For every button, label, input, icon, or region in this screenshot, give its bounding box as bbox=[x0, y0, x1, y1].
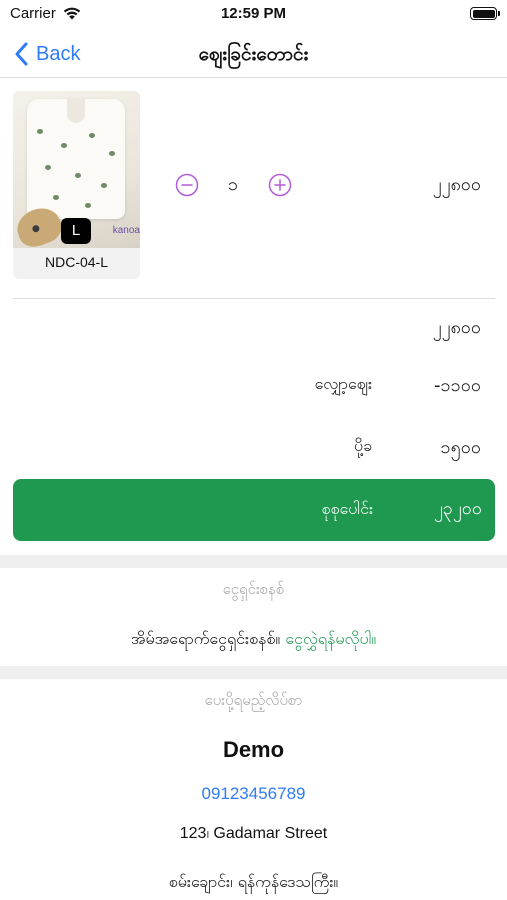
discount-label: လျှော့ဈေး bbox=[314, 374, 372, 393]
battery-icon bbox=[470, 7, 500, 20]
navigation-bar: Back ဈေးခြင်းတောင်း bbox=[0, 30, 507, 78]
total-value: ၂၃၂၀၀ bbox=[433, 498, 482, 519]
product-garment bbox=[27, 99, 125, 219]
shipping-value: ၁၅၀၀ bbox=[440, 437, 482, 458]
quantity-value: ၁ bbox=[227, 174, 239, 195]
total-bar: စုစုပေါင်း ၂၃၂၀၀ bbox=[13, 479, 495, 541]
total-label: စုစုပေါင်း bbox=[321, 499, 373, 518]
clock: 12:59 PM bbox=[220, 5, 287, 22]
address-township: စမ်းချောင်း၊ ရန်ကုန်ဒေသကြီး။ bbox=[168, 872, 339, 891]
page-title: ဈေးခြင်းတောင်း bbox=[198, 43, 309, 65]
discount-value: -၁၁၀၀ bbox=[434, 375, 481, 396]
recipient-phone[interactable]: 09123456789 bbox=[0, 784, 507, 804]
payment-change-link[interactable]: ငွေလွှဲရန်မလိုပါ။ bbox=[285, 629, 376, 648]
payment-method: အိမ်အရောက်ငွေရှင်းစနစ်။ ငွေလွှဲရန်မလိုပါ… bbox=[0, 628, 507, 652]
brand-watermark: kanoa bbox=[112, 225, 140, 236]
section-separator bbox=[0, 666, 507, 679]
size-badge: L bbox=[61, 218, 91, 244]
subtotal-value: ၂၂၈၀၀ bbox=[432, 317, 481, 338]
address-street: 123၊ Gadamar Street bbox=[179, 825, 328, 842]
divider bbox=[13, 298, 495, 299]
item-price: ၂၂၈၀၀ bbox=[432, 174, 481, 195]
recipient-name: Demo bbox=[222, 737, 285, 762]
product-image: kanoa L bbox=[13, 91, 140, 248]
shipping-label: ပို့ခ bbox=[353, 436, 372, 455]
product-code: NDC-04-L bbox=[44, 254, 108, 270]
minus-circle-icon[interactable] bbox=[175, 173, 199, 197]
plus-circle-icon[interactable] bbox=[268, 173, 292, 197]
status-bar: Carrier 12:59 PM bbox=[0, 0, 507, 28]
payment-heading: ငွေရှင်းစနစ် bbox=[222, 580, 285, 598]
section-separator bbox=[0, 555, 507, 568]
product-card[interactable]: kanoa L NDC-04-L bbox=[13, 91, 140, 279]
payment-method-text: အိမ်အရောက်ငွေရှင်းစနစ်။ bbox=[130, 629, 281, 648]
address-heading: ပေးပို့ရမည့်လိပ်စာ bbox=[204, 691, 303, 709]
